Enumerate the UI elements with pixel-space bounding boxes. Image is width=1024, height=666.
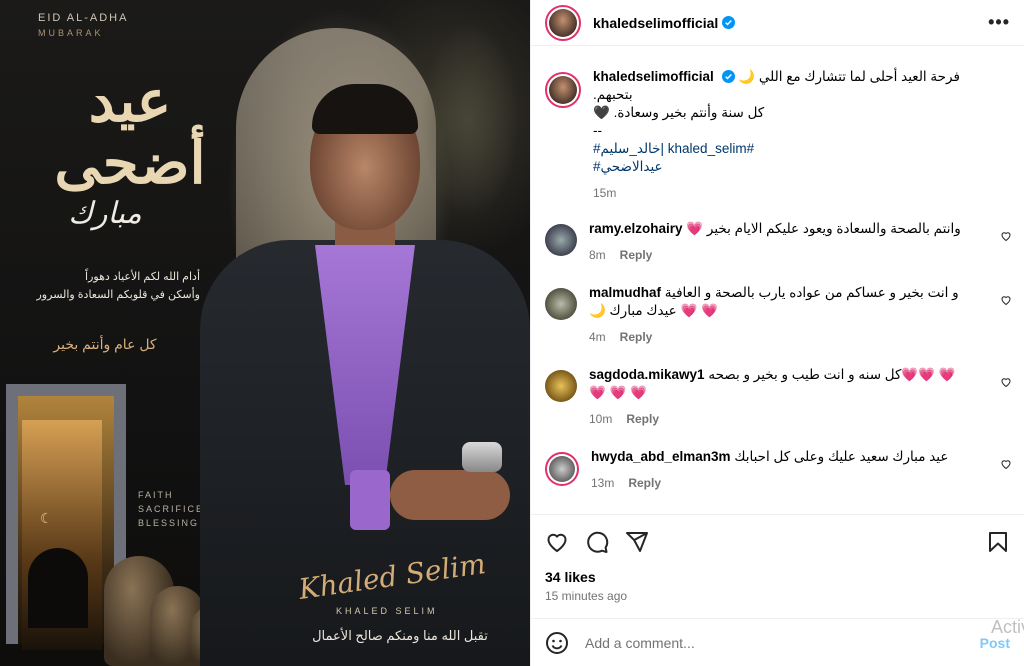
commenter-avatar[interactable]	[545, 370, 577, 402]
like-comment-icon[interactable]	[1000, 458, 1012, 470]
caption-time: 15m	[593, 186, 617, 200]
black-heart-emoji: 🖤	[593, 105, 610, 120]
reply-button[interactable]: Reply	[628, 476, 661, 490]
mosque-silhouette	[28, 548, 88, 628]
hashtag-link[interactable]: #خالد_سليم| khaled_selim#	[593, 140, 986, 158]
likes-count[interactable]: 34 likes	[545, 569, 1010, 585]
comment-text: 💗 💗 عيدك مبارك 🌙	[589, 303, 718, 318]
comment-time: 8m	[589, 248, 606, 262]
activate-watermark: Activ	[990, 617, 1024, 637]
comment-time: 4m	[589, 330, 606, 344]
caption: khaledselimofficial 🌙 فرحة العيد أحلى لم…	[531, 68, 1024, 202]
like-comment-icon[interactable]	[1000, 376, 1012, 388]
caption-line: كل سنة وأنتم بخير وسعادة.	[613, 105, 765, 120]
post-image[interactable]: EID AL-ADHA MUBARAK عيد أضحى مبارك أدام …	[0, 0, 530, 666]
post-header: khaledselimofficial •••	[531, 0, 1024, 46]
post-time: 15 minutes ago	[545, 589, 628, 603]
heart-emoji: 💗	[686, 221, 704, 236]
caption-avatar[interactable]	[545, 72, 581, 108]
comment-text: عيد مبارك سعيد عليك وعلى كل احبابك	[734, 449, 949, 464]
arabic-gold-text: كل عام وأنتم بخير	[53, 336, 157, 352]
commenter-username[interactable]: sagdoda.mikawy1	[589, 367, 705, 382]
comment: ramy.elzohairy 💗 وانتم بالصحة والسعادة و…	[531, 220, 1024, 264]
commenter-avatar[interactable]	[545, 452, 579, 486]
arabic-greeting-line: وأسكن في قلوبكم السعادة والسرور	[36, 289, 201, 301]
comment: sagdoda.mikawy1 💗 💗💗كل سنه و انت طيب و ب…	[531, 366, 1024, 428]
comment-time: 13m	[591, 476, 615, 490]
reply-button[interactable]: Reply	[620, 248, 653, 262]
signature-name: KHALED SELIM	[336, 606, 438, 616]
moon-emoji: 🌙	[738, 69, 756, 84]
share-icon[interactable]	[625, 530, 649, 554]
eid-en-subtitle: MUBARAK	[38, 28, 104, 38]
watch	[462, 442, 502, 472]
commenter-avatar[interactable]	[545, 288, 577, 320]
verified-icon	[722, 16, 736, 29]
comment-text: 💗 💗 💗	[589, 385, 647, 400]
arabic-greeting-line: أدام الله لكم الأعياد دهوراً	[85, 271, 200, 283]
commenter-username[interactable]: hwyda_abd_elman3m	[591, 449, 731, 464]
verified-icon	[721, 70, 735, 83]
comments-list[interactable]: khaledselimofficial 🌙 فرحة العيد أحلى لم…	[531, 58, 1024, 514]
add-comment-bar: Add a comment... Post	[531, 618, 1024, 666]
comment-time: 10m	[589, 412, 613, 426]
faith-line: FAITH	[138, 490, 174, 500]
comment: malmudhaf و انت بخير و عساكم من عواده يا…	[531, 284, 1024, 346]
more-options-icon[interactable]: •••	[988, 12, 1010, 33]
signature-arabic: تقبل الله منا ومنكم صالح الأعمال	[312, 628, 488, 643]
comment-input[interactable]: Add a comment...	[585, 635, 980, 651]
like-comment-icon[interactable]	[1000, 294, 1012, 306]
caption-username[interactable]: khaledselimofficial	[593, 69, 714, 84]
arabic-greeting: أدام الله لكم الأعياد دهوراً وأسكن في قل…	[30, 268, 201, 304]
commenter-avatar[interactable]	[545, 224, 577, 256]
post-actions: 34 likes 15 minutes ago	[531, 514, 1024, 603]
moon-icon: ☾	[40, 510, 53, 526]
commenter-username[interactable]: malmudhaf	[589, 285, 661, 300]
commenter-username[interactable]: ramy.elzohairy	[589, 221, 683, 236]
like-comment-icon[interactable]	[1000, 230, 1012, 242]
emoji-icon[interactable]	[545, 631, 569, 655]
comment: hwyda_abd_elman3m عيد مبارك سعيد عليك وع…	[531, 448, 1024, 492]
comment-icon[interactable]	[585, 530, 609, 554]
like-icon[interactable]	[545, 530, 569, 554]
comment-text: و انت بخير و عساكم من عواده يارب بالصحة …	[664, 285, 959, 300]
post-panel: khaledselimofficial ••• khaledselimoffic…	[530, 0, 1024, 666]
arabic-mubarak: مبارك	[68, 196, 142, 231]
faith-line: SACRIFICE	[138, 504, 205, 514]
author-avatar[interactable]	[545, 4, 581, 41]
caption-separator: --	[593, 123, 602, 138]
comment-text: 💗 💗💗كل سنه و انت طيب و بخير و بصحه	[708, 367, 956, 382]
hashtag-link[interactable]: #عيدالاضحي	[593, 158, 986, 176]
eid-en-title: EID AL-ADHA	[38, 12, 129, 24]
author-username[interactable]: khaledselimofficial	[593, 15, 718, 31]
faith-line: BLESSING	[138, 518, 200, 528]
comment-text: وانتم بالصحة والسعادة ويعود عليكم الايام…	[706, 221, 961, 236]
reply-button[interactable]: Reply	[620, 330, 653, 344]
faith-lines: FAITH SACRIFICE BLESSING	[138, 488, 204, 530]
bookmark-icon[interactable]	[986, 530, 1010, 554]
hashtags: #خالد_سليم| khaled_selim# #عيدالاضحي	[593, 140, 986, 176]
reply-button[interactable]: Reply	[626, 412, 659, 426]
